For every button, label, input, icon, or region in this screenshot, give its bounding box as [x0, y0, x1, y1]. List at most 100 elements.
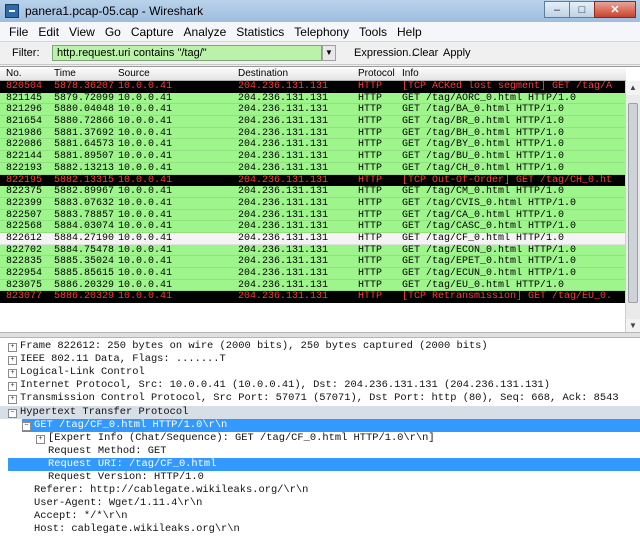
detail-row[interactable]: Request Version: HTTP/1.0	[0, 471, 640, 484]
detail-row[interactable]: − Hypertext Transfer Protocol	[0, 405, 640, 419]
packet-row[interactable]: 822835 5885.35024 10.0.0.41 204.236.131.131…	[0, 256, 626, 268]
menu-analyze[interactable]: Analyze	[179, 25, 232, 39]
packet-row[interactable]: 821296 5880.04048 10.0.0.41 204.236.131.131…	[0, 104, 626, 117]
menu-go[interactable]: Go	[100, 25, 126, 39]
filter-dropdown-icon[interactable]: ▼	[322, 45, 336, 61]
apply-button[interactable]: Apply	[443, 47, 471, 59]
packet-cell-proto: HTTP	[358, 244, 383, 256]
detail-text: Transmission Control Protocol, Src Port:…	[20, 392, 619, 405]
menu-statistics[interactable]: Statistics	[231, 25, 289, 39]
packet-row[interactable]: 822375 5882.89967 10.0.0.41 204.236.131.131…	[0, 186, 626, 198]
detail-row[interactable]: + Frame 822612: 250 bytes on wire (2000 b…	[0, 340, 640, 353]
packet-cell-proto: HTTP	[358, 151, 383, 163]
packet-row[interactable]: 822086 5881.64573 10.0.0.41 204.236.131.131…	[0, 139, 626, 152]
packet-cell-time: 5882.89967	[54, 186, 115, 198]
detail-row[interactable]: User-Agent: Wget/1.11.4\r\n	[0, 497, 640, 510]
packet-cell-time: 5884.75478	[54, 244, 115, 256]
detail-row[interactable]: + [Expert Info (Chat/Sequence): GET /tag/…	[0, 432, 640, 445]
packet-cell-time: 5881.89507	[54, 151, 115, 163]
packet-cell-src: 10.0.0.41	[118, 279, 173, 291]
packet-row[interactable]: 822612 5884.27190 10.0.0.41 204.236.131.131…	[0, 232, 626, 245]
minimize-button[interactable]: ‒	[544, 1, 570, 18]
packet-row[interactable]: 822954 5885.85615 10.0.0.41 204.236.131.131…	[0, 268, 626, 280]
menu-help[interactable]: Help	[392, 25, 427, 39]
column-protocol[interactable]: Protocol	[358, 68, 395, 79]
expand-icon[interactable]: +	[8, 369, 17, 379]
collapse-icon[interactable]: −	[8, 408, 17, 418]
scroll-up-icon[interactable]: ▲	[626, 81, 640, 95]
detail-row[interactable]: + Transmission Control Protocol, Src Port…	[0, 392, 640, 405]
packet-cell-info: GET /tag/BR_0.html HTTP/1.0	[402, 116, 565, 128]
detail-row[interactable]: Request Method: GET	[0, 445, 640, 458]
packet-cell-no: 822612	[6, 232, 43, 244]
menu-bar: File Edit View Go Capture Analyze Statis…	[0, 22, 640, 42]
packet-cell-info: GET /tag/EPET_0.html HTTP/1.0	[402, 256, 577, 268]
menu-edit[interactable]: Edit	[33, 25, 64, 39]
packet-list-scrollbar[interactable]: ▲ ▼	[625, 81, 640, 333]
detail-row[interactable]: + Internet Protocol, Src: 10.0.0.41 (10.0…	[0, 379, 640, 392]
scroll-thumb[interactable]	[628, 103, 638, 303]
packet-row[interactable]: 822144 5881.89507 10.0.0.41 204.236.131.131…	[0, 151, 626, 163]
packet-cell-src: 10.0.0.41	[118, 291, 173, 303]
packet-cell-no: 823077	[6, 291, 43, 303]
packet-row[interactable]: 822507 5883.78857 10.0.0.41 204.236.131.131…	[0, 209, 626, 222]
packet-row[interactable]: 822568 5884.03074 10.0.0.41 204.236.131.131…	[0, 221, 626, 233]
window-title: panera1.pcap-05.cap - Wireshark	[25, 4, 204, 18]
detail-row[interactable]: − GET /tag/CF_0.html HTTP/1.0\r\n	[22, 418, 640, 432]
packet-row[interactable]: 822193 5882.13213 10.0.0.41 204.236.131.131…	[0, 162, 626, 175]
close-button[interactable]: ✕	[594, 1, 636, 18]
packet-cell-no: 822399	[6, 197, 43, 209]
maximize-button[interactable]: □	[569, 1, 595, 18]
menu-view[interactable]: View	[64, 25, 100, 39]
packet-row[interactable]: 821986 5881.37692 10.0.0.41 204.236.131.131…	[0, 127, 626, 140]
packet-cell-proto: HTTP	[358, 186, 383, 198]
column-no[interactable]: No.	[6, 68, 22, 79]
packet-row[interactable]: 821654 5880.72866 10.0.0.41 204.236.131.131…	[0, 116, 626, 128]
clear-button[interactable]: Clear	[412, 47, 438, 59]
expand-icon[interactable]: +	[8, 356, 17, 366]
expand-icon[interactable]: +	[8, 395, 17, 405]
packet-cell-no: 822568	[6, 221, 43, 233]
packet-row[interactable]: 822399 5883.07632 10.0.0.41 204.236.131.131…	[0, 197, 626, 210]
menu-capture[interactable]: Capture	[126, 25, 179, 39]
packet-cell-info: [TCP Retransmission] GET /tag/EU_0.	[402, 291, 613, 303]
detail-row[interactable]: Host: cablegate.wikileaks.org\r\n	[0, 523, 640, 536]
expand-icon[interactable]: +	[8, 343, 17, 352]
packet-cell-time: 5879.72099	[54, 92, 115, 104]
packet-row[interactable]: 821145 5879.72099 10.0.0.41 204.236.131.131…	[0, 92, 626, 105]
column-time[interactable]: Time	[54, 68, 76, 79]
menu-tools[interactable]: Tools	[354, 25, 392, 39]
title-bar[interactable]: panera1.pcap-05.cap - Wireshark ‒ □ ✕	[0, 0, 640, 23]
detail-row[interactable]: Request URI: /tag/CF_0.html	[8, 457, 640, 471]
packet-row[interactable]: 822702 5884.75478 10.0.0.41 204.236.131.131…	[0, 244, 626, 257]
expression-button[interactable]: Expression...	[354, 47, 418, 59]
packet-row[interactable]: 823077 5886.20329 10.0.0.41 204.236.131.131…	[0, 291, 626, 304]
scroll-down-icon[interactable]: ▼	[626, 319, 640, 333]
packet-row[interactable]: 822195 5882.13315 10.0.0.41 204.236.131.131…	[0, 174, 626, 187]
detail-row[interactable]: Referer: http://cablegate.wikileaks.org/…	[0, 484, 640, 497]
packet-cell-src: 10.0.0.41	[118, 116, 173, 128]
detail-row[interactable]: Accept: */*\r\n	[0, 510, 640, 523]
expand-icon[interactable]: +	[8, 382, 17, 392]
packet-cell-time: 5881.37692	[54, 127, 115, 139]
packet-cell-time: 5883.78857	[54, 209, 115, 221]
detail-row[interactable]: + Logical-Link Control	[0, 366, 640, 379]
expand-icon[interactable]: +	[36, 434, 45, 444]
menu-file[interactable]: File	[4, 25, 33, 39]
column-info[interactable]: Info	[402, 68, 419, 79]
detail-text: Request URI: /tag/CF_0.html	[48, 457, 217, 470]
packet-cell-proto: HTTP	[358, 92, 383, 104]
packet-row[interactable]: 823075 5886.20329 10.0.0.41 204.236.131.131…	[0, 279, 626, 292]
column-destination[interactable]: Destination	[238, 68, 288, 79]
detail-row[interactable]: + IEEE 802.11 Data, Flags: .......T	[0, 353, 640, 366]
packet-cell-info: GET /tag/BH_0.html HTTP/1.0	[402, 127, 565, 139]
filter-input[interactable]: http.request.uri contains "/tag/"	[52, 45, 322, 61]
column-source[interactable]: Source	[118, 68, 150, 79]
packet-cell-dst: 204.236.131.131	[238, 104, 329, 116]
packet-cell-src: 10.0.0.41	[118, 139, 173, 151]
detail-text: Accept: */*\r\n	[34, 510, 128, 523]
packet-row[interactable]: 820504 5878.36207 10.0.0.41 204.236.131.131…	[0, 81, 626, 93]
packet-cell-proto: HTTP	[358, 127, 383, 139]
menu-telephony[interactable]: Telephony	[289, 25, 354, 39]
collapse-icon[interactable]: −	[22, 421, 31, 431]
